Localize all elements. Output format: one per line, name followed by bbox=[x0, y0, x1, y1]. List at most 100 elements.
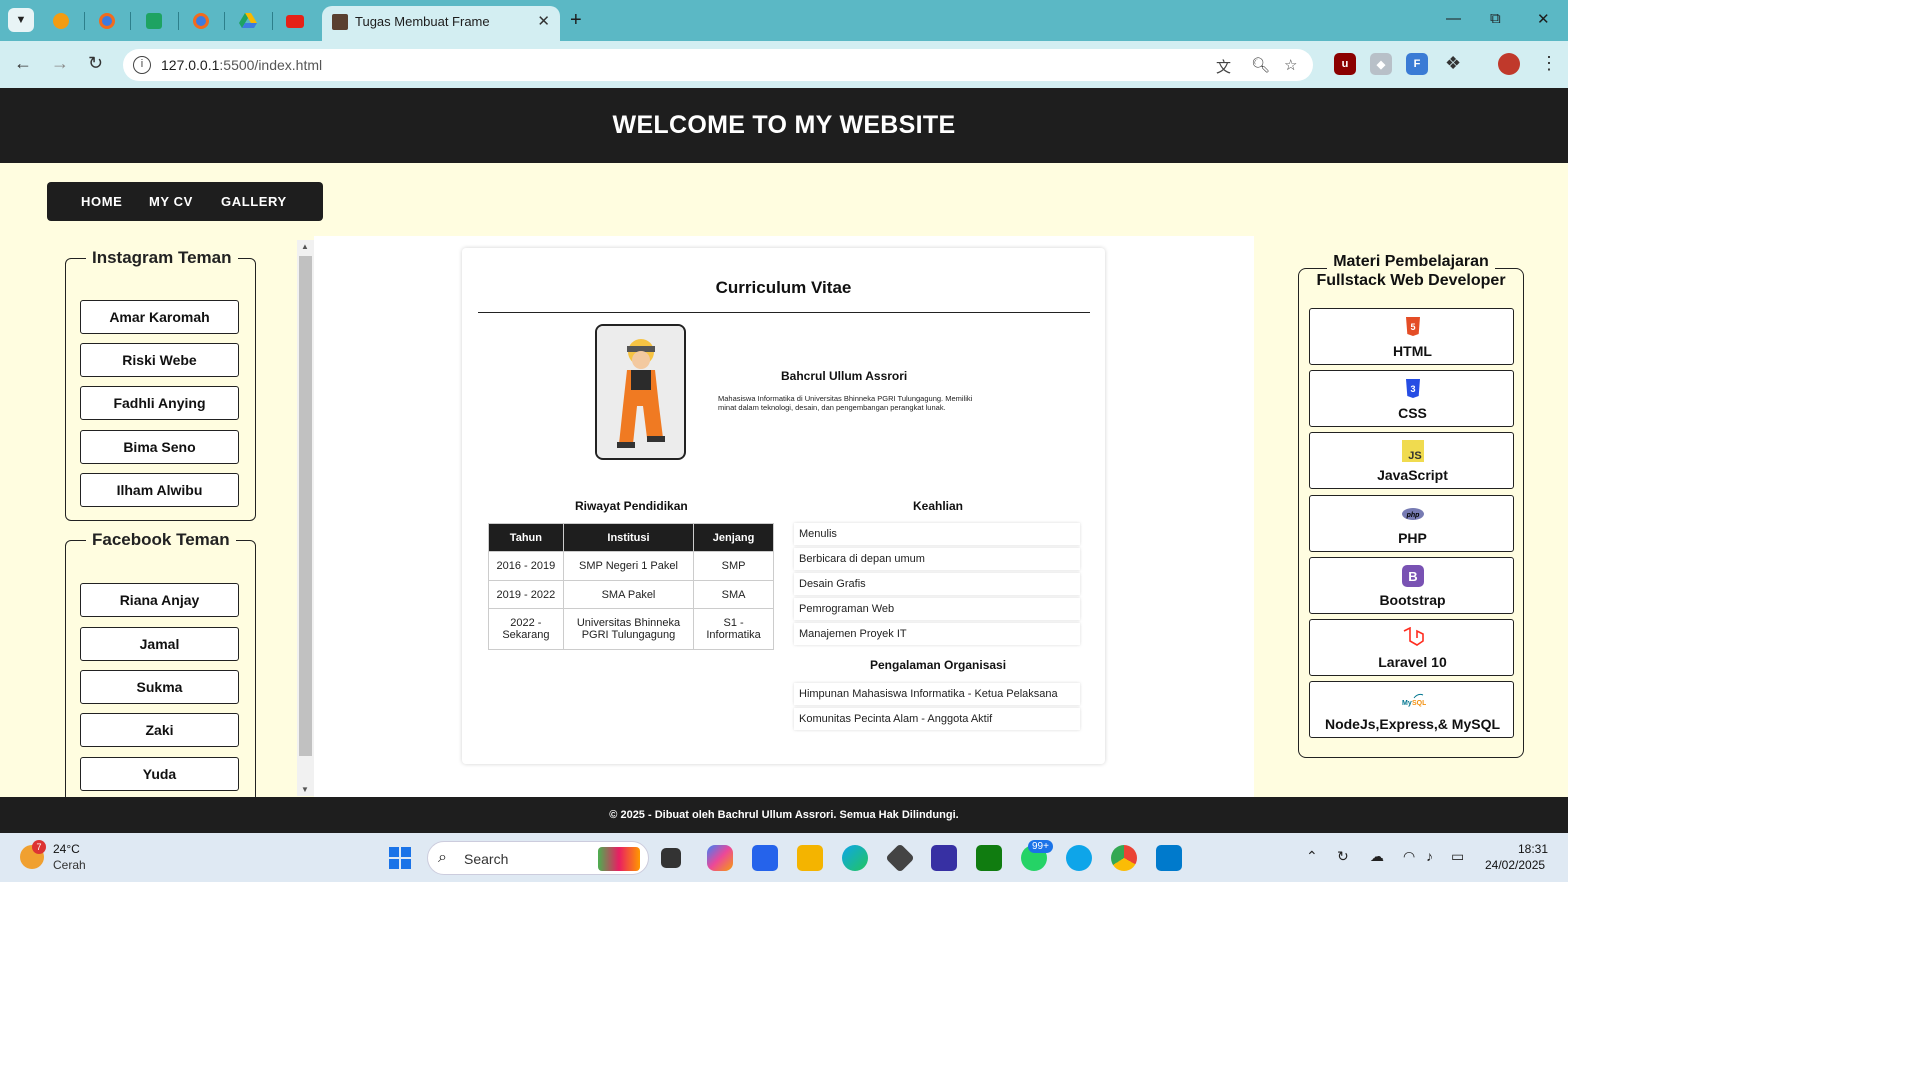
profile-avatar[interactable] bbox=[1498, 53, 1520, 75]
start-windows-icon[interactable] bbox=[387, 845, 413, 871]
nav-gallery[interactable]: GALLERY bbox=[221, 194, 287, 209]
site-footer: © 2025 - Dibuat oleh Bachrul Ullum Assro… bbox=[0, 797, 1568, 833]
nav-my-cv[interactable]: MY CV bbox=[149, 194, 193, 209]
materi-javascript-button[interactable]: JS JavaScript bbox=[1309, 432, 1514, 489]
xbox-icon[interactable] bbox=[976, 845, 1002, 871]
app-m-icon[interactable] bbox=[931, 845, 957, 871]
clock-date[interactable]: 24/02/2025 bbox=[1485, 858, 1545, 872]
tray-overflow-icon[interactable]: ⌃ bbox=[1306, 848, 1318, 865]
forward-button[interactable]: → bbox=[51, 53, 69, 74]
scroll-up-icon[interactable]: ▲ bbox=[301, 242, 309, 251]
pinned-tab-2[interactable] bbox=[96, 10, 118, 32]
extension-ft-icon[interactable]: F bbox=[1406, 53, 1428, 75]
vscode-icon[interactable] bbox=[1156, 845, 1182, 871]
instagram-friend-button[interactable]: Riski Webe bbox=[80, 343, 239, 377]
extensions-puzzle-icon[interactable]: ❖ bbox=[1445, 53, 1461, 74]
css3-icon: 3 bbox=[1405, 379, 1420, 398]
pinned-tab-1[interactable] bbox=[50, 10, 72, 32]
close-window-button[interactable]: ✕ bbox=[1537, 10, 1550, 28]
copilot-icon[interactable] bbox=[707, 845, 733, 871]
clock-time[interactable]: 18:31 bbox=[1518, 842, 1548, 856]
instagram-friend-button[interactable]: Amar Karomah bbox=[80, 300, 239, 334]
file-explorer-icon[interactable] bbox=[797, 845, 823, 871]
materi-label: JavaScript bbox=[1377, 467, 1448, 483]
scrollbar-thumb[interactable] bbox=[299, 256, 312, 756]
skill-item: Manajemen Proyek IT bbox=[794, 623, 1080, 645]
facebook-friend-button[interactable]: Yuda bbox=[80, 757, 239, 791]
facebook-friend-button[interactable]: Sukma bbox=[80, 670, 239, 704]
materi-laravel-button[interactable]: Laravel 10 bbox=[1309, 619, 1514, 676]
whatsapp-badge: 99+ bbox=[1028, 840, 1053, 853]
svg-text:3: 3 bbox=[1410, 384, 1415, 394]
weather-temperature[interactable]: 24°C bbox=[53, 842, 80, 856]
translate-icon[interactable]: 文 bbox=[1216, 56, 1231, 77]
facebook-friend-button[interactable]: Zaki bbox=[80, 713, 239, 747]
materi-html-button[interactable]: 5 HTML bbox=[1309, 308, 1514, 365]
bootstrap-icon: B bbox=[1401, 565, 1424, 587]
scroll-down-icon[interactable]: ▼ bbox=[301, 785, 309, 794]
pinned-tab-4[interactable] bbox=[190, 10, 212, 32]
site-header: WELCOME TO MY WEBSITE bbox=[0, 88, 1568, 163]
cv-frame: Curriculum Vitae Bahcrul Ullum Assrori M… bbox=[314, 236, 1254, 798]
column-header: Jenjang bbox=[693, 523, 774, 552]
drive-icon bbox=[239, 13, 257, 28]
chrome-icon[interactable] bbox=[1111, 845, 1137, 871]
pinned-tab-drive[interactable] bbox=[237, 10, 259, 32]
ublock-icon[interactable]: u bbox=[1334, 53, 1356, 75]
tab-close-icon[interactable]: ✕ bbox=[537, 12, 550, 30]
materi-php-button[interactable]: php PHP bbox=[1309, 495, 1514, 552]
shield-extension-icon[interactable]: ◆ bbox=[1370, 53, 1392, 75]
table-cell: SMA Pakel bbox=[562, 580, 695, 609]
sheets-icon bbox=[146, 13, 162, 29]
onedrive-icon[interactable]: ☁ bbox=[1370, 848, 1384, 865]
bookmark-star-icon[interactable]: ☆ bbox=[1284, 56, 1297, 74]
svg-text:5: 5 bbox=[1410, 322, 1415, 332]
pinned-tab-sheets[interactable] bbox=[143, 10, 165, 32]
materi-label: Laravel 10 bbox=[1378, 654, 1447, 670]
sync-icon[interactable]: ↻ bbox=[1337, 848, 1349, 865]
unity-icon[interactable] bbox=[885, 843, 915, 873]
wifi-icon[interactable]: ◠ bbox=[1403, 848, 1415, 865]
restore-button[interactable]: ⧉ bbox=[1490, 10, 1501, 27]
microsoft-store-icon[interactable] bbox=[752, 845, 778, 871]
table-cell: Universitas Bhinneka PGRI Tulungagung bbox=[562, 608, 695, 650]
organization-item: Komunitas Pecinta Alam - Anggota Aktif bbox=[794, 708, 1080, 730]
materi-bootstrap-button[interactable]: B Bootstrap bbox=[1309, 557, 1514, 614]
instagram-friend-button[interactable]: Bima Seno bbox=[80, 430, 239, 464]
new-tab-button[interactable]: + bbox=[570, 9, 582, 32]
materi-label: NodeJs,Express,& MySQL bbox=[1324, 716, 1501, 732]
reload-button[interactable]: ↻ bbox=[88, 53, 103, 74]
instagram-friend-button[interactable]: Ilham Alwibu bbox=[80, 473, 239, 507]
tab-favicon-icon bbox=[332, 14, 348, 30]
site-title: WELCOME TO MY WEBSITE bbox=[612, 111, 956, 139]
minimize-button[interactable]: — bbox=[1446, 10, 1461, 27]
back-button[interactable]: ← bbox=[14, 53, 32, 74]
nav-home[interactable]: HOME bbox=[81, 194, 122, 209]
battery-icon[interactable]: ▭ bbox=[1451, 848, 1464, 865]
table-cell: SMA bbox=[693, 580, 774, 609]
iframe-scrollbar[interactable]: ▲ ▼ bbox=[297, 240, 314, 796]
materi-nodejs-mysql-button[interactable]: My SQL NodeJs,Express,& MySQL bbox=[1309, 681, 1514, 738]
facebook-friend-button[interactable]: Riana Anjay bbox=[80, 583, 239, 617]
education-table: Tahun Institusi Jenjang 2016 - 2019 SMP … bbox=[488, 523, 774, 650]
app-bird-icon[interactable] bbox=[1066, 845, 1092, 871]
zoom-icon[interactable]: 🔍︎ bbox=[1251, 56, 1270, 74]
svg-text:My: My bbox=[1402, 700, 1412, 707]
table-cell: SMP bbox=[693, 551, 774, 581]
table-row: 2022 - Sekarang Universitas Bhinneka PGR… bbox=[488, 608, 774, 650]
instagram-friend-button[interactable]: Fadhli Anying bbox=[80, 386, 239, 420]
volume-icon[interactable]: ♪ bbox=[1426, 848, 1433, 864]
tab-search-button[interactable]: ▼ bbox=[8, 8, 34, 32]
pinned-tab-youtube[interactable] bbox=[284, 10, 306, 32]
weather-condition[interactable]: Cerah bbox=[53, 858, 86, 872]
materi-css-button[interactable]: 3 CSS bbox=[1309, 370, 1514, 427]
tab-active[interactable]: Tugas Membuat Frame ✕ bbox=[322, 6, 560, 41]
edge-icon[interactable] bbox=[842, 845, 868, 871]
browser-menu-icon[interactable]: ⋮ bbox=[1540, 53, 1558, 74]
task-view-icon[interactable] bbox=[661, 848, 681, 868]
site-info-icon[interactable]: i bbox=[133, 56, 151, 74]
column-header: Institusi bbox=[562, 523, 695, 552]
facebook-friend-button[interactable]: Jamal bbox=[80, 627, 239, 661]
taskbar-search[interactable]: ⌕ Search bbox=[427, 841, 649, 875]
address-bar[interactable]: i 127.0.0.1:5500/index.html 文 🔍︎ ☆ bbox=[123, 49, 1313, 81]
